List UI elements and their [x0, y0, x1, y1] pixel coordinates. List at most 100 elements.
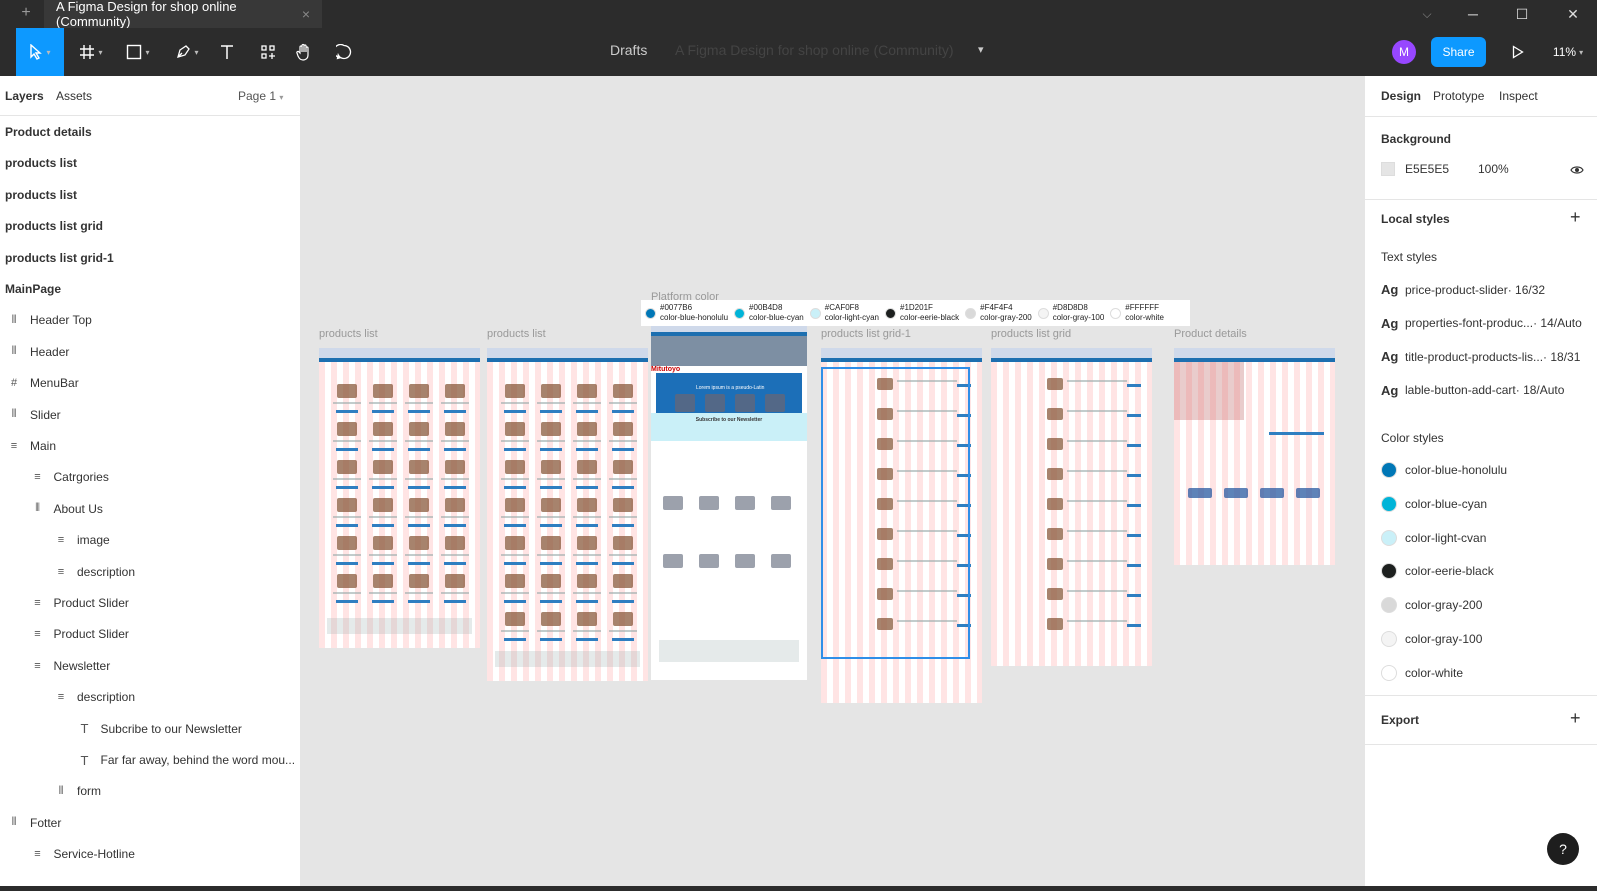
- color-style-item[interactable]: color-blue-cyan: [1381, 495, 1487, 512]
- file-tab[interactable]: A Figma Design for shop online (Communit…: [44, 0, 322, 29]
- layer-item[interactable]: ≡ Catrgories: [0, 461, 300, 493]
- layer-item[interactable]: ⫴ Fotter: [0, 807, 300, 839]
- product-thumbnail: [541, 384, 561, 398]
- color-style-item[interactable]: color-gray-200: [1381, 597, 1482, 614]
- text-style-item[interactable]: Ag lable-button-add-cart · 18/Auto: [1381, 383, 1564, 398]
- add-to-cart-bar: [576, 410, 598, 413]
- design-frame[interactable]: [1174, 348, 1335, 565]
- close-tab-icon[interactable]: ×: [302, 6, 310, 22]
- avatar[interactable]: M: [1392, 40, 1416, 64]
- hand-tool-button[interactable]: [292, 28, 316, 76]
- breadcrumb-drafts[interactable]: Drafts: [610, 42, 647, 58]
- add-style-icon[interactable]: +: [1570, 207, 1581, 228]
- tab-design[interactable]: Design: [1381, 89, 1421, 103]
- palette-swatch: #D8D8D8 color-gray-100: [1037, 303, 1105, 323]
- page-item[interactable]: products list: [0, 147, 300, 179]
- product-thumbnail: [613, 422, 633, 436]
- background-opacity[interactable]: 100%: [1478, 162, 1509, 176]
- maximize-button[interactable]: ☐: [1499, 0, 1545, 28]
- layer-item[interactable]: ≡ Main: [0, 430, 300, 462]
- move-tool-button[interactable]: ▾: [16, 28, 64, 76]
- color-style-item[interactable]: color-eerie-black: [1381, 563, 1494, 580]
- text-style-item[interactable]: Ag title-product-products-lis... · 18/31: [1381, 349, 1580, 364]
- frame-label[interactable]: Product details: [1174, 328, 1247, 340]
- layer-item[interactable]: T Subcribe to our Newsletter: [0, 713, 300, 745]
- add-to-cart-bar: [1269, 432, 1324, 435]
- file-menu-chevron-icon[interactable]: ▾: [978, 43, 984, 56]
- product-text: [609, 592, 637, 594]
- file-name[interactable]: A Figma Design for shop online (Communit…: [675, 42, 954, 58]
- add-to-cart-bar: [1127, 444, 1141, 447]
- palette-text: #D8D8D8 color-gray-100: [1053, 303, 1105, 323]
- page-selector[interactable]: Page 1 ▾: [238, 89, 283, 103]
- palette-swatch: #CAF0F8 color-light-cyan: [809, 303, 879, 323]
- layer-item[interactable]: ⫴ About Us: [0, 493, 300, 525]
- new-tab-button[interactable]: +: [18, 4, 34, 22]
- background-fill-row[interactable]: E5E5E5 100%: [1381, 162, 1509, 176]
- page-item[interactable]: MainPage: [0, 273, 300, 305]
- color-style-item[interactable]: color-light-cvan: [1381, 529, 1486, 546]
- layer-item[interactable]: # MenuBar: [0, 367, 300, 399]
- layer-item[interactable]: ⫴ form: [0, 775, 300, 807]
- design-frame[interactable]: [487, 348, 648, 681]
- page-item[interactable]: products list: [0, 179, 300, 211]
- layer-item[interactable]: ⫴ Slider: [0, 399, 300, 431]
- tab-prototype[interactable]: Prototype: [1433, 89, 1484, 103]
- eye-icon[interactable]: [1570, 164, 1584, 178]
- layer-item[interactable]: ≡ description: [0, 681, 300, 713]
- add-to-cart-bar: [504, 638, 526, 641]
- text-tool-button[interactable]: [215, 28, 239, 76]
- text-style-item[interactable]: Ag price-product-slider · 16/32: [1381, 282, 1545, 297]
- frame-label[interactable]: products list grid-1: [821, 328, 911, 340]
- page-item[interactable]: Product details: [0, 116, 300, 148]
- frame-label[interactable]: products list: [319, 328, 378, 340]
- add-export-icon[interactable]: +: [1570, 708, 1581, 729]
- layer-item[interactable]: ⫴ Header Top: [0, 304, 300, 336]
- design-frame[interactable]: Mitutoyo Lorem ipsum is a pseudo-Latin Sub…: [651, 322, 807, 680]
- layer-item[interactable]: ≡ Newsletter: [0, 650, 300, 682]
- zoom-menu[interactable]: 11% ▾: [1548, 28, 1588, 76]
- selection-box[interactable]: [821, 367, 970, 659]
- layer-item[interactable]: ≡ Service-Hotline: [0, 838, 300, 870]
- resources-tool-button[interactable]: [256, 28, 280, 76]
- product-thumbnail: [373, 536, 393, 550]
- color-style-item[interactable]: color-blue-honolulu: [1381, 462, 1507, 478]
- page-item[interactable]: products list grid-1: [0, 242, 300, 274]
- text-style-item[interactable]: Ag properties-font-produc... · 14/Auto: [1381, 316, 1582, 331]
- background-swatch[interactable]: [1381, 162, 1395, 176]
- frame-label[interactable]: products list: [487, 328, 546, 340]
- layer-item-label: Header Top: [30, 313, 92, 328]
- layer-item[interactable]: ≡ Product Slider: [0, 587, 300, 619]
- color-style-item[interactable]: color-gray-100: [1381, 631, 1482, 647]
- product-text: [1067, 440, 1127, 442]
- present-button[interactable]: [1508, 28, 1528, 76]
- product-thumbnail: [541, 460, 561, 474]
- help-button[interactable]: ?: [1547, 833, 1579, 865]
- comment-tool-button[interactable]: [332, 28, 356, 76]
- layer-item[interactable]: ⫴ Header: [0, 336, 300, 368]
- background-hex[interactable]: E5E5E5: [1405, 162, 1478, 176]
- close-window-button[interactable]: ✕: [1550, 0, 1596, 28]
- color-style-item[interactable]: color-white: [1381, 664, 1463, 681]
- share-button[interactable]: Share: [1431, 37, 1486, 67]
- design-frame[interactable]: [991, 348, 1152, 666]
- minimize-button[interactable]: ─: [1450, 0, 1496, 28]
- product-text: [1067, 590, 1127, 592]
- product-thumbnail: [445, 422, 465, 436]
- pen-tool-button[interactable]: ▾: [168, 28, 206, 76]
- shape-tool-button[interactable]: ▾: [120, 28, 156, 76]
- design-frame[interactable]: [319, 348, 480, 648]
- canvas[interactable]: products list products list Platform color…: [301, 76, 1364, 891]
- tab-assets[interactable]: Assets: [56, 89, 92, 103]
- layer-item[interactable]: ≡ image: [0, 524, 300, 556]
- page-item[interactable]: products list grid: [0, 210, 300, 242]
- tab-inspect[interactable]: Inspect: [1499, 89, 1538, 103]
- tabs-menu-chevron-icon[interactable]: ⌵: [1404, 0, 1450, 28]
- layer-item[interactable]: T Far far away, behind the word mou...: [0, 744, 300, 776]
- color-palette-strip[interactable]: #0077B6 color-blue-honolulu #00B4D8 color-b…: [641, 300, 1190, 326]
- frame-tool-button[interactable]: ▾: [74, 28, 108, 76]
- layer-item[interactable]: ≡ description: [0, 556, 300, 588]
- layer-item[interactable]: ≡ Product Slider: [0, 618, 300, 650]
- tab-layers[interactable]: Layers: [5, 89, 44, 103]
- frame-label[interactable]: products list grid: [991, 328, 1071, 340]
